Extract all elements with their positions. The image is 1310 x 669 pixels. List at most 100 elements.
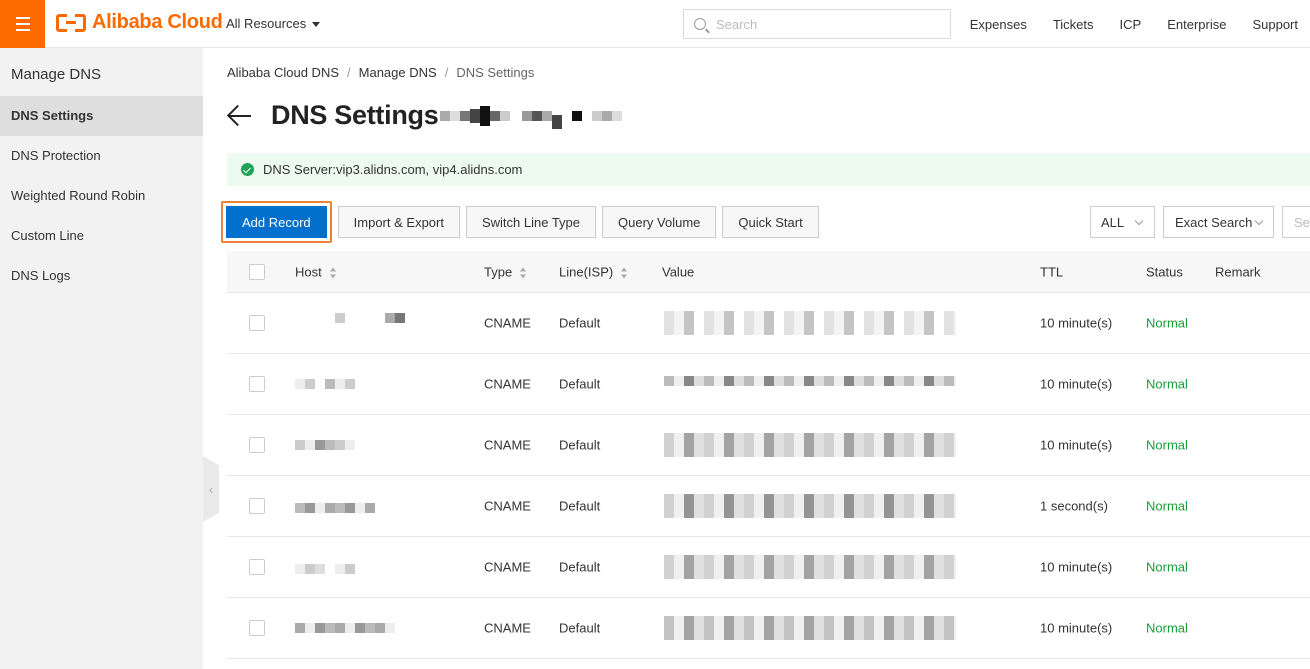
record-type-select[interactable]: ALL <box>1090 206 1155 238</box>
chevron-down-icon <box>1255 216 1264 225</box>
breadcrumb-item-manage-dns[interactable]: Manage DNS <box>359 65 437 80</box>
redacted-domain <box>440 103 623 129</box>
row-status: Normal <box>1146 437 1188 453</box>
logo-text: Alibaba Cloud <box>92 11 223 33</box>
row-line: Default <box>559 437 601 453</box>
row-checkbox[interactable] <box>249 315 265 331</box>
header-type-label: Type <box>484 264 513 279</box>
breadcrumb-separator: / <box>347 65 351 80</box>
record-search-input[interactable]: Se <box>1282 206 1310 238</box>
sidebar-item-dns-settings[interactable]: DNS Settings <box>0 96 203 136</box>
table-row[interactable]: CNAME Default 1 second(s) Normal <box>227 476 1310 537</box>
select-all-checkbox[interactable] <box>249 263 265 280</box>
dns-server-notice: DNS Server:vip3.alidns.com, vip4.alidns.… <box>227 153 1310 186</box>
sort-icon <box>520 267 527 279</box>
row-type: CNAME <box>484 498 531 514</box>
row-line: Default <box>559 620 601 636</box>
row-line: Default <box>559 315 601 331</box>
header-host-label: Host <box>295 264 322 279</box>
header-host[interactable]: Host <box>295 264 337 279</box>
row-type: CNAME <box>484 437 531 453</box>
top-links: Expenses Tickets ICP Enterprise Support <box>970 17 1298 32</box>
top-link-icp[interactable]: ICP <box>1120 17 1142 32</box>
dns-server-text: DNS Server:vip3.alidns.com, vip4.alidns.… <box>263 162 523 177</box>
search-icon <box>694 18 706 30</box>
table-row[interactable]: CNAME Default 10 minute(s) Normal <box>227 415 1310 476</box>
header-remark: Remark <box>1215 264 1261 279</box>
redacted-value <box>664 494 956 518</box>
table-row[interactable]: CNAME Default 10 minute(s) Normal <box>227 293 1310 354</box>
redacted-host <box>315 313 405 335</box>
toolbar: Add Record Import & Export Switch Line T… <box>221 201 819 243</box>
row-status: Normal <box>1146 498 1188 514</box>
row-line: Default <box>559 559 601 575</box>
header-ttl: TTL <box>1040 264 1064 279</box>
row-ttl: 10 minute(s) <box>1040 315 1113 331</box>
sidebar: Manage DNS DNS Settings DNS Protection W… <box>0 48 203 669</box>
sort-icon <box>329 267 337 279</box>
redacted-host <box>295 379 355 389</box>
row-checkbox[interactable] <box>249 498 265 514</box>
breadcrumb-item-current: DNS Settings <box>456 65 535 80</box>
row-checkbox[interactable] <box>249 620 265 636</box>
import-export-button[interactable]: Import & Export <box>337 206 460 238</box>
sidebar-item-dns-protection[interactable]: DNS Protection <box>0 136 203 176</box>
row-checkbox[interactable] <box>249 376 265 392</box>
row-ttl: 10 minute(s) <box>1040 376 1113 392</box>
top-link-enterprise[interactable]: Enterprise <box>1167 17 1226 32</box>
caret-down-icon <box>312 22 321 28</box>
header-type[interactable]: Type <box>484 264 527 279</box>
breadcrumb: Alibaba Cloud DNS / Manage DNS / DNS Setting… <box>227 65 534 80</box>
row-checkbox[interactable] <box>249 559 265 575</box>
row-type: CNAME <box>484 620 531 636</box>
sidebar-item-weighted-round-robin[interactable]: Weighted Round Robin <box>0 176 203 216</box>
table-row[interactable]: CNAME Default 10 minute(s) Normal <box>227 598 1310 659</box>
header-status: Status <box>1146 264 1183 279</box>
global-search-input[interactable] <box>716 16 936 32</box>
switch-line-type-button[interactable]: Switch Line Type <box>465 206 597 238</box>
redacted-host <box>295 503 375 513</box>
search-mode-select[interactable]: Exact Search <box>1163 206 1274 238</box>
top-link-tickets[interactable]: Tickets <box>1053 17 1094 32</box>
add-record-highlight: Add Record <box>221 201 332 243</box>
sidebar-item-dns-logs[interactable]: DNS Logs <box>0 256 203 296</box>
all-resources-label: All Resources <box>226 16 307 31</box>
row-type: CNAME <box>484 315 531 331</box>
alibaba-logo-icon <box>56 11 86 34</box>
sidebar-item-custom-line[interactable]: Custom Line <box>0 216 203 256</box>
chevron-down-icon <box>1134 216 1144 225</box>
top-bar: Alibaba Cloud All Resources Expenses Tic… <box>0 0 1310 48</box>
search-mode-value: Exact Search <box>1175 214 1253 230</box>
quick-start-button[interactable]: Quick Start <box>722 206 819 238</box>
check-circle-icon <box>241 163 254 176</box>
breadcrumb-item-alibaba-cloud-dns[interactable]: Alibaba Cloud DNS <box>227 65 339 80</box>
all-resources-dropdown[interactable]: All Resources <box>226 16 321 31</box>
table-row[interactable]: CNAME Default 10 minute(s) Normal <box>227 354 1310 415</box>
row-line: Default <box>559 498 601 514</box>
sort-icon <box>621 267 628 279</box>
global-search[interactable] <box>683 9 951 39</box>
table-header: Host Type Line(ISP) Value TTL Status Rem… <box>227 251 1310 293</box>
alibaba-cloud-logo[interactable]: Alibaba Cloud <box>56 11 223 34</box>
filter-group: ALL Exact Search Se <box>1090 206 1310 238</box>
redacted-value <box>664 376 956 386</box>
hamburger-menu-icon[interactable] <box>0 0 45 48</box>
row-status: Normal <box>1146 376 1188 392</box>
redacted-value <box>664 433 956 457</box>
top-link-expenses[interactable]: Expenses <box>970 17 1027 32</box>
top-link-support[interactable]: Support <box>1252 17 1298 32</box>
header-line[interactable]: Line(ISP) <box>559 264 628 279</box>
row-ttl: 10 minute(s) <box>1040 559 1113 575</box>
redacted-host <box>295 564 355 574</box>
row-ttl: 10 minute(s) <box>1040 437 1113 453</box>
row-ttl: 10 minute(s) <box>1040 620 1113 636</box>
back-arrow-icon[interactable] <box>227 103 253 129</box>
row-status: Normal <box>1146 559 1188 575</box>
query-volume-button[interactable]: Query Volume <box>602 206 717 238</box>
record-type-value: ALL <box>1101 214 1125 230</box>
redacted-host <box>295 623 395 633</box>
add-record-button[interactable]: Add Record <box>226 206 327 238</box>
redacted-host <box>295 440 355 450</box>
row-checkbox[interactable] <box>249 437 265 453</box>
table-row[interactable]: CNAME Default 10 minute(s) Normal <box>227 537 1310 598</box>
